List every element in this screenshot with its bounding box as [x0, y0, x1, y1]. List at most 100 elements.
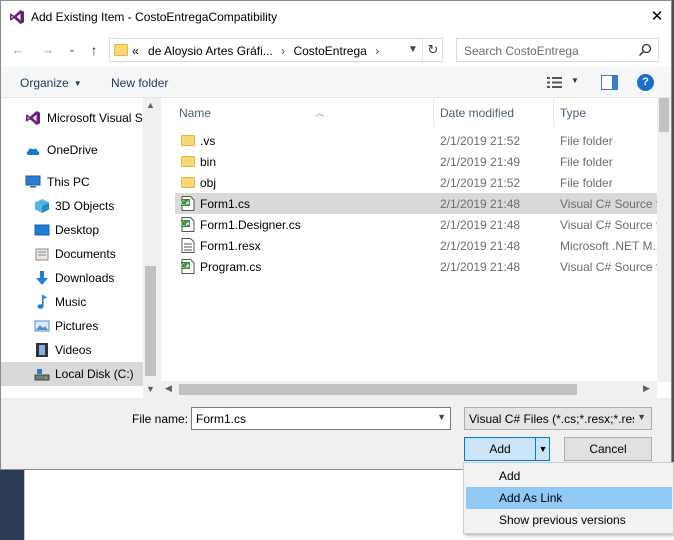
file-date: 2/1/2019 21:48 — [440, 239, 521, 253]
forward-arrow-icon[interactable]: → — [39, 41, 57, 59]
column-divider[interactable] — [433, 98, 434, 126]
view-chevron-down-icon[interactable]: ▼ — [571, 76, 579, 85]
sidebar-item-label: Videos — [55, 343, 92, 357]
file-row-form1-cs[interactable]: C# Form1.cs 2/1/2019 21:48 Visual C# Sou… — [175, 193, 669, 214]
visual-studio-icon — [26, 111, 40, 125]
breadcrumb-current[interactable]: CostoEntrega — [293, 44, 366, 58]
sort-ascending-icon: ︿ — [315, 108, 325, 118]
breadcrumb-overflow[interactable]: « — [132, 44, 139, 58]
menu-item-add[interactable]: Add — [466, 465, 672, 487]
sidebar-item-label: Music — [55, 295, 87, 309]
scroll-down-arrow-icon[interactable]: ▼ — [143, 384, 158, 394]
sidebar-item-label: Pictures — [55, 319, 99, 333]
refresh-icon[interactable]: ↻ — [422, 39, 443, 61]
horizontal-scrollbar-thumb[interactable] — [179, 384, 577, 395]
file-row-program-cs[interactable]: C# Program.cs 2/1/2019 21:48 Visual C# S… — [175, 256, 669, 277]
visual-studio-icon — [10, 10, 24, 24]
sidebar-item-music[interactable]: Music — [1, 290, 143, 314]
scroll-up-arrow-icon[interactable]: ▲ — [143, 100, 158, 110]
view-options-icon[interactable] — [546, 75, 564, 90]
videos-icon — [36, 343, 48, 357]
sidebar-item-label: Downloads — [55, 271, 115, 285]
sidebar-item-label: Microsoft Visual S — [47, 111, 143, 125]
file-name-input[interactable]: Form1.cs ▼ — [191, 407, 451, 430]
up-arrow-icon[interactable]: ↑ — [85, 41, 103, 59]
column-header-label: Name — [179, 106, 212, 120]
sidebar-item-this-pc[interactable]: This PC — [1, 170, 143, 194]
file-type: File folder — [560, 134, 613, 148]
chevron-down-icon[interactable]: ▼ — [437, 412, 446, 422]
file-name: obj — [200, 176, 217, 190]
resx-file-icon — [181, 238, 195, 253]
csharp-file-icon: C# — [181, 217, 195, 232]
column-header-label: Date modified — [440, 106, 515, 120]
svg-text:C#: C# — [181, 200, 190, 207]
sidebar-item-downloads[interactable]: Downloads — [1, 266, 143, 290]
file-type: Visual C# Source f... — [560, 218, 668, 232]
new-folder-button[interactable]: New folder — [111, 76, 168, 90]
file-type-filter-value: Visual C# Files (*.cs;*.resx;*.resw — [469, 412, 634, 426]
sidebar-item-visual-studio[interactable]: Microsoft Visual S — [1, 106, 143, 130]
organize-label: Organize — [20, 76, 69, 90]
sidebar-scrollbar-thumb[interactable] — [145, 266, 156, 376]
breadcrumb-separator[interactable]: › — [276, 44, 290, 58]
help-icon[interactable]: ? — [637, 74, 654, 91]
preview-pane-icon[interactable] — [601, 75, 618, 90]
sidebar-item-label: 3D Objects — [55, 199, 115, 213]
recent-locations-icon[interactable]: ⌄ — [63, 41, 81, 59]
navigation-pane: Microsoft Visual S OneDrive This PC 3D O… — [1, 98, 158, 398]
menu-item-label: Show previous versions — [499, 513, 626, 527]
column-header-type[interactable]: Type — [560, 98, 655, 126]
file-name: Form1.cs — [200, 197, 251, 211]
address-bar[interactable]: « de Aloysio Artes Gráfi... › CostoEntre… — [109, 38, 443, 62]
menu-item-show-previous-versions[interactable]: Show previous versions — [466, 509, 672, 531]
file-row-form1-designer-cs[interactable]: C# Form1.Designer.cs 2/1/2019 21:48 Visu… — [175, 214, 669, 235]
add-button-label[interactable]: Add — [465, 438, 535, 460]
address-dropdown-icon[interactable]: ▼ — [406, 42, 420, 58]
computer-icon — [25, 175, 41, 188]
search-placeholder: Search CostoEntrega — [464, 44, 579, 58]
cancel-button[interactable]: Cancel — [564, 437, 652, 461]
sidebar-item-videos[interactable]: Videos — [1, 338, 143, 362]
add-split-button[interactable]: Add ▼ — [464, 437, 550, 461]
sidebar-item-onedrive[interactable]: OneDrive — [1, 138, 143, 162]
csharp-file-icon: C# — [181, 196, 195, 211]
sidebar-scrollbar[interactable]: ▲ ▼ — [143, 98, 158, 398]
sidebar-item-label: Desktop — [55, 223, 100, 237]
column-divider[interactable] — [553, 98, 554, 126]
search-icon — [638, 43, 652, 57]
file-date: 2/1/2019 21:48 — [440, 197, 521, 211]
drive-icon — [34, 369, 50, 381]
file-row-form1-resx[interactable]: Form1.resx 2/1/2019 21:48 Microsoft .NET… — [175, 235, 669, 256]
file-name-label: File name: — [132, 412, 189, 426]
sidebar-item-desktop[interactable]: Desktop — [1, 218, 143, 242]
scroll-left-arrow-icon[interactable]: ◀ — [165, 383, 172, 394]
vertical-scrollbar-thumb[interactable] — [659, 98, 669, 132]
sidebar-item-label: Documents — [55, 247, 116, 261]
file-list-horizontal-scrollbar[interactable]: ◀ ▶ — [161, 381, 657, 398]
file-row-bin[interactable]: bin 2/1/2019 21:49 File folder — [175, 151, 669, 172]
back-arrow-icon[interactable]: ← — [9, 41, 27, 59]
menu-item-add-as-link[interactable]: Add As Link — [466, 487, 672, 509]
add-dropdown-arrow-icon[interactable]: ▼ — [535, 438, 550, 460]
sidebar-item-pictures[interactable]: Pictures — [1, 314, 143, 338]
file-row-vs[interactable]: .vs 2/1/2019 21:52 File folder — [175, 130, 669, 151]
add-existing-item-dialog: Add Existing Item - CostoEntregaCompatib… — [0, 0, 672, 470]
column-header-name[interactable]: ︿ Name — [179, 98, 434, 126]
close-icon[interactable]: ✕ — [643, 5, 671, 29]
cloud-icon — [26, 148, 40, 155]
sidebar-item-documents[interactable]: Documents — [1, 242, 143, 266]
search-input[interactable]: Search CostoEntrega — [456, 38, 659, 62]
file-row-obj[interactable]: obj 2/1/2019 21:52 File folder — [175, 172, 669, 193]
scroll-right-arrow-icon[interactable]: ▶ — [643, 383, 650, 394]
sidebar-item-3d-objects[interactable]: 3D Objects — [1, 194, 143, 218]
breadcrumb-separator[interactable]: › — [370, 44, 384, 58]
file-date: 2/1/2019 21:49 — [440, 155, 521, 169]
file-list-vertical-scrollbar[interactable] — [657, 98, 671, 382]
folder-icon — [181, 156, 195, 167]
column-header-date-modified[interactable]: Date modified — [440, 98, 553, 126]
file-type-filter-select[interactable]: Visual C# Files (*.cs;*.resx;*.resw ▼ — [464, 407, 652, 430]
organize-button[interactable]: Organize ▼ — [20, 76, 82, 90]
sidebar-item-local-disk[interactable]: Local Disk (C:) — [1, 362, 143, 386]
breadcrumb-parent[interactable]: de Aloysio Artes Gráfi... — [142, 44, 273, 58]
